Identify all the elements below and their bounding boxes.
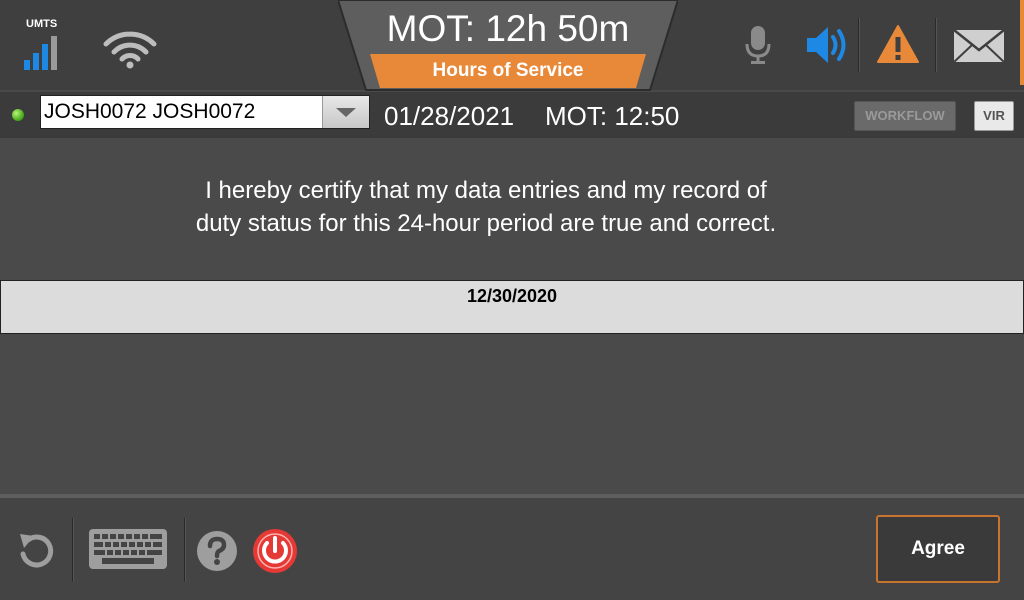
- mot-time: MOT: 12:50: [545, 101, 680, 131]
- help-icon[interactable]: [196, 530, 238, 572]
- top-divider: [858, 18, 860, 72]
- signal-icon: UMTS: [20, 18, 70, 70]
- driver-status-bar: JOSH0072 JOSH0072 01/28/2021 MOT: 12:50 …: [0, 92, 1024, 138]
- microphone-icon[interactable]: [742, 20, 774, 70]
- cert-line-2: duty status for this 24-hour period are …: [195, 210, 777, 237]
- refresh-icon[interactable]: [16, 528, 58, 572]
- wifi-icon: [103, 31, 157, 69]
- log-date-row[interactable]: 12/30/2020: [0, 280, 1024, 334]
- bottom-divider: [72, 518, 74, 582]
- mot-title: MOT: 12h 50m: [386, 8, 630, 49]
- workflow-button[interactable]: WORKFLOW: [854, 101, 956, 131]
- vir-button[interactable]: VIR: [974, 101, 1014, 131]
- agree-button[interactable]: Agree: [876, 515, 1000, 583]
- log-date: 12/30/2020: [466, 286, 558, 306]
- hours-of-service-label: Hours of Service: [432, 60, 584, 81]
- current-date: 01/28/2021: [384, 101, 515, 131]
- top-divider: [935, 18, 937, 72]
- chevron-down-icon[interactable]: [322, 96, 369, 128]
- bottom-divider: [184, 518, 186, 582]
- driver-select[interactable]: JOSH0072 JOSH0072: [40, 95, 370, 129]
- power-icon[interactable]: [252, 528, 298, 574]
- warning-icon[interactable]: [876, 20, 920, 70]
- speaker-icon[interactable]: [804, 20, 850, 70]
- status-indicator: [12, 109, 24, 121]
- cert-line-1: I hereby certify that my data entries an…: [205, 177, 767, 204]
- certification-text: I hereby certify that my data entries an…: [0, 174, 972, 240]
- driver-select-value: JOSH0072 JOSH0072: [44, 100, 256, 123]
- network-type-label: UMTS: [26, 18, 58, 30]
- edge-accent: [1020, 0, 1024, 85]
- mot-header-tab[interactable]: MOT: 12h 50m Hours of Service: [338, 0, 678, 92]
- mail-icon[interactable]: [952, 20, 1006, 70]
- keyboard-icon[interactable]: [88, 528, 168, 570]
